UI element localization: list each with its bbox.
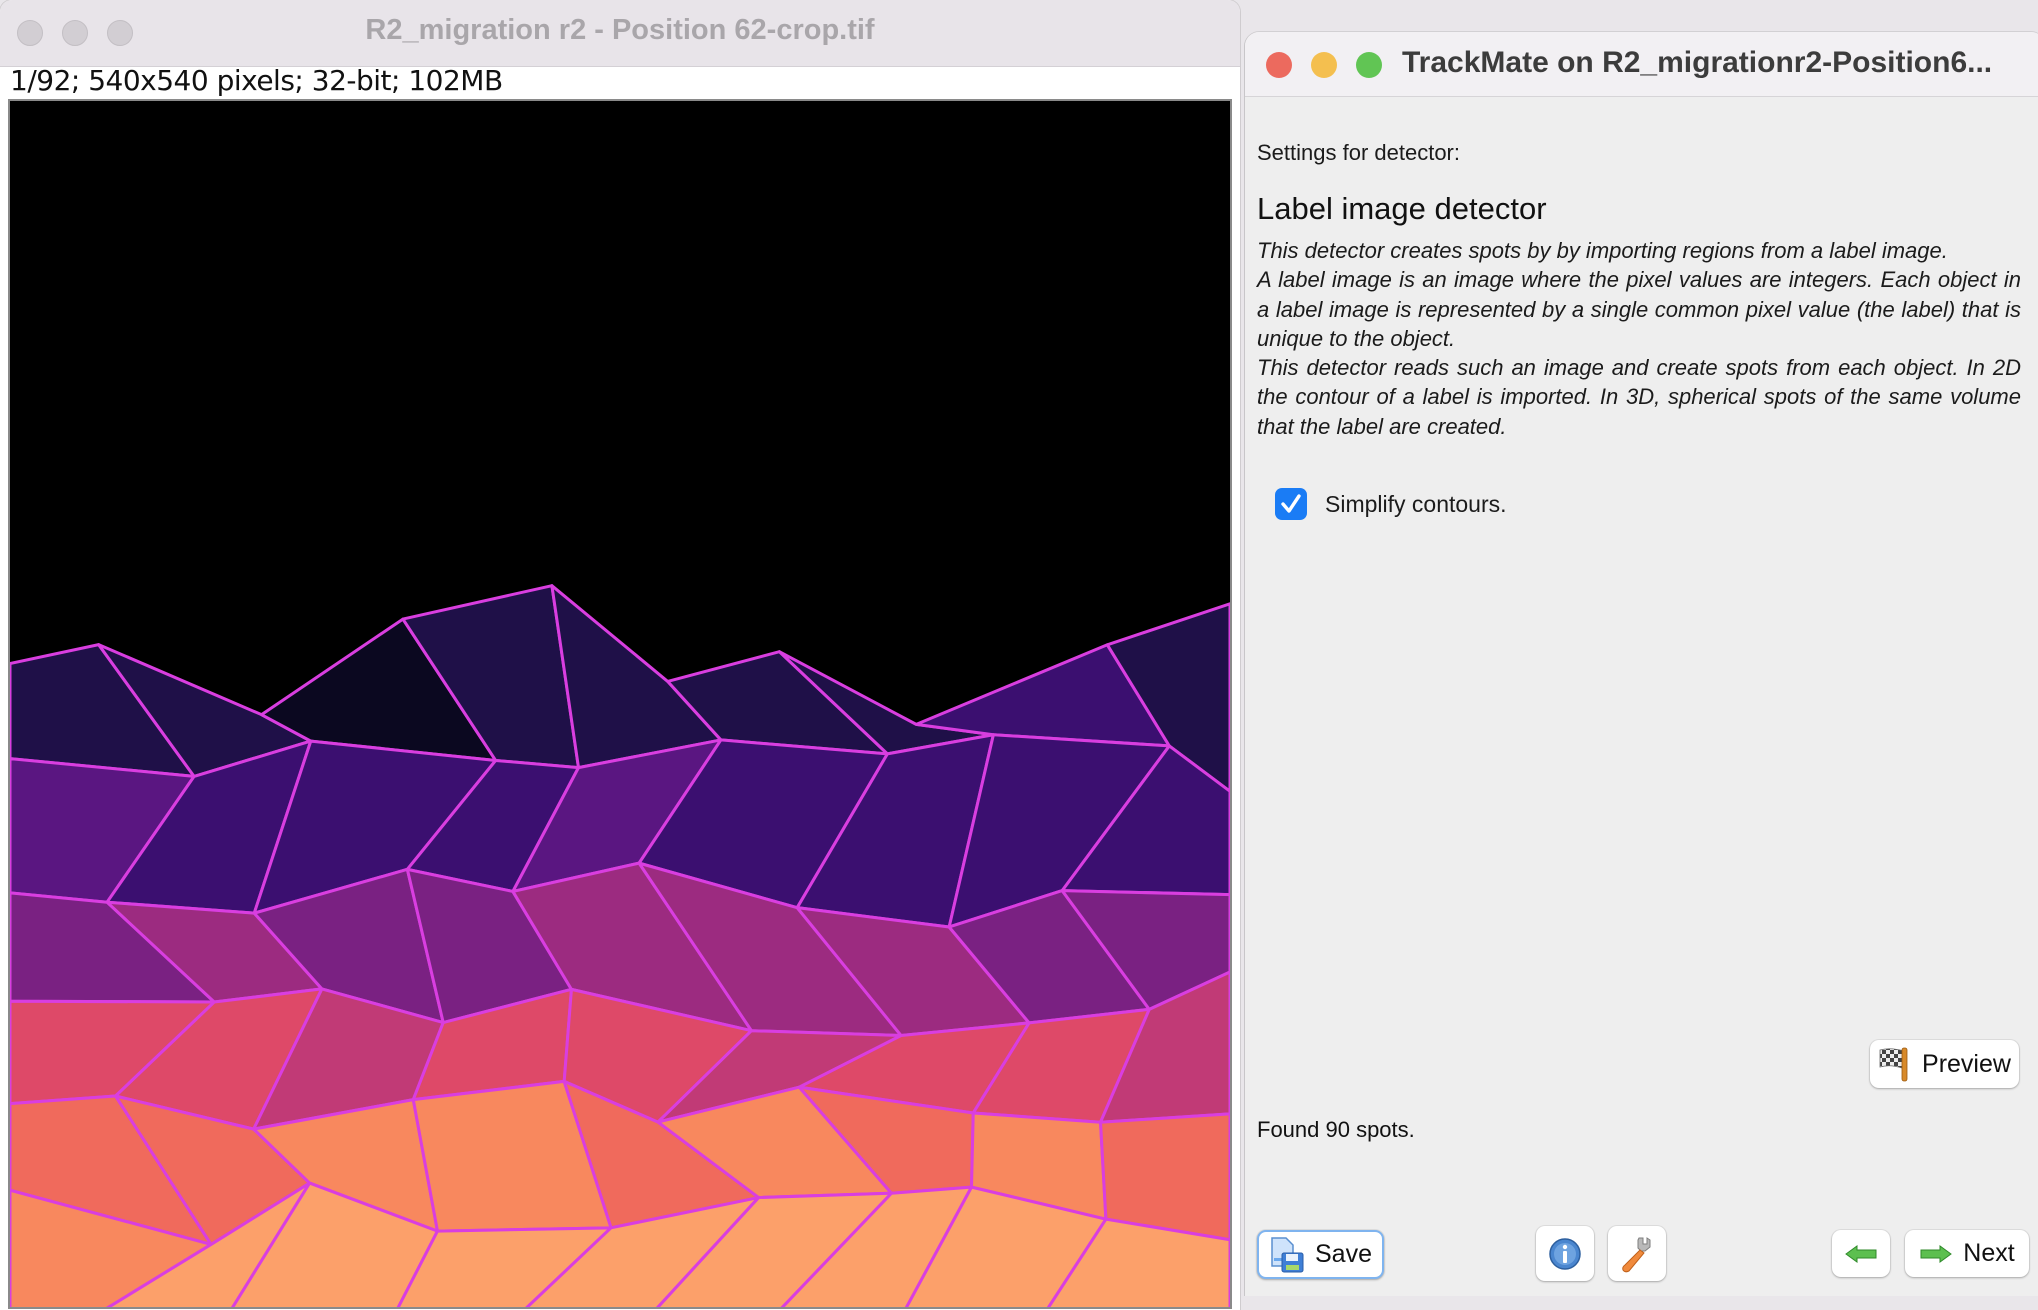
info-button[interactable] [1536, 1226, 1594, 1281]
save-floppy-icon [1271, 1236, 1304, 1272]
info-icon [1549, 1237, 1581, 1270]
next-button-label: Next [1963, 1239, 2015, 1267]
settings-label: Settings for detector: [1257, 140, 1460, 165]
image-info-line: 1/92; 540x540 pixels; 32-bit; 102MB [10, 64, 503, 97]
detector-title: Label image detector [1257, 191, 1547, 226]
detector-description: This detector creates spots by by import… [1257, 236, 2021, 441]
close-button[interactable] [1266, 52, 1292, 78]
checkered-flag-icon [1879, 1047, 1908, 1082]
arrow-left-icon [1845, 1244, 1877, 1263]
description-paragraph: This detector reads such an image and cr… [1257, 355, 2021, 439]
next-button[interactable]: Next [1905, 1230, 2029, 1277]
wrench-icon [1622, 1236, 1651, 1272]
back-button[interactable] [1832, 1230, 1890, 1277]
settings-button[interactable] [1608, 1226, 1666, 1281]
arrow-right-icon [1920, 1244, 1953, 1263]
detector-settings-panel: Settings for detector: Label image detec… [1245, 96, 2038, 1296]
trackmate-titlebar[interactable]: TrackMate on R2_migrationr2-Position6... [1245, 32, 2038, 97]
label-image[interactable] [10, 101, 1230, 1307]
preview-button[interactable]: Preview [1870, 1040, 2019, 1088]
simplify-contours-checkbox[interactable] [1275, 488, 1307, 520]
trackmate-window: TrackMate on R2_migrationr2-Position6...… [1245, 32, 2038, 1296]
image-window-title: R2_migration r2 - Position 62-crop.tif [365, 14, 875, 46]
zoom-button[interactable] [1356, 52, 1382, 78]
image-window: R2_migration r2 - Position 62-crop.tif 1… [0, 0, 1240, 1310]
image-window-titlebar[interactable]: R2_migration r2 - Position 62-crop.tif [0, 0, 1240, 67]
preview-button-label: Preview [1922, 1049, 2011, 1078]
checkmark-icon [1281, 494, 1301, 513]
description-paragraph: This detector creates spots by by import… [1257, 238, 1948, 263]
simplify-contours-option[interactable]: Simplify contours. [1275, 488, 1507, 520]
save-button[interactable]: Save [1257, 1230, 1384, 1279]
trackmate-title: TrackMate on R2_migrationr2-Position6... [1402, 46, 1993, 79]
image-canvas[interactable] [8, 99, 1232, 1309]
description-paragraph: A label image is an image where the pixe… [1257, 267, 2021, 351]
status-text: Found 90 spots. [1257, 1117, 1415, 1142]
save-button-label: Save [1315, 1240, 1372, 1268]
minimize-button[interactable] [1311, 52, 1337, 78]
simplify-contours-label: Simplify contours. [1325, 490, 1507, 517]
